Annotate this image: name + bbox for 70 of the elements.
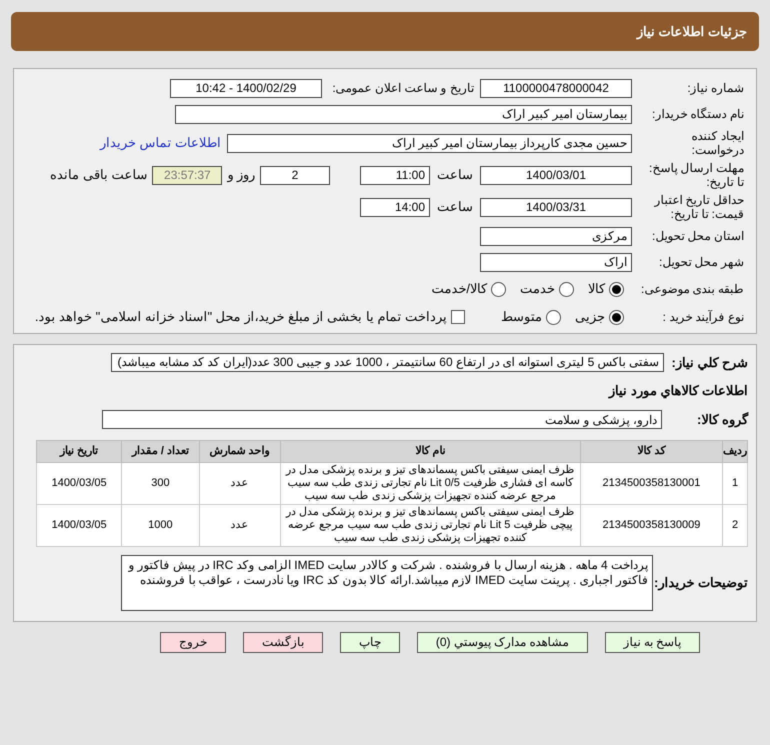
table-cell: 2 <box>722 504 748 546</box>
table-cell: 300 <box>122 462 200 504</box>
field-label: شرح كلي نیاز: <box>670 354 748 372</box>
text-field[interactable]: اراک <box>480 252 632 272</box>
radio-button[interactable] <box>609 310 624 324</box>
field-label: شماره نیاز: <box>686 81 744 95</box>
text-field[interactable]: بیمارستان امیر کبیر اراک <box>175 104 632 124</box>
remaining-label: ساعت باقی مانده <box>50 166 148 184</box>
table-cell: 2134500358130001 <box>580 462 722 504</box>
radio-label: جزیی <box>575 308 605 326</box>
field-label: گروه کالا: <box>696 411 748 430</box>
time-label: ساعت <box>437 166 473 184</box>
description-field[interactable]: سفتی باکس 5 لیتری استوانه ای در ارتفاع 60 سانتیمتر ، 1000 عدد و جیبی 300 عدد(ایران کد کد مشابه میباشد) <box>111 353 664 372</box>
text-field[interactable]: 1400/03/01 <box>480 166 632 184</box>
table-cell: 1 <box>722 462 748 504</box>
text-field[interactable]: 14:00 <box>360 198 430 216</box>
text-field[interactable]: مرکزی <box>480 226 632 246</box>
table-cell: ظرف ایمنی سیفتی باکس پسماندهای تیز و برنده پزشکی مدل در کاسه ای فشاری ظرفیت Lit 0/5 نام تجارتی زندی طب سه سیب مرجع عرضه کننده تجهیزات پزشکی زندی طب سه سیب <box>280 462 580 504</box>
action-button[interactable]: خروج <box>160 632 226 652</box>
column-header: ردیف <box>722 440 748 462</box>
radio-label: متوسط <box>501 308 542 326</box>
column-header: نام کالا <box>280 440 580 462</box>
field-label: ایجاد کننده درخواست: <box>690 129 744 157</box>
contact-link[interactable]: اطلاعات تماس خریدار <box>100 133 221 153</box>
text-field[interactable]: 1100000478000042 <box>480 78 632 98</box>
action-button[interactable]: چاپ <box>340 632 400 652</box>
table-cell: 2134500358130009 <box>580 504 722 546</box>
radio-button[interactable] <box>559 282 574 296</box>
text-field[interactable]: 23:57:37 <box>152 166 222 184</box>
radio-label: کالا <box>588 280 605 298</box>
table-cell: عدد <box>199 504 280 546</box>
radio-button[interactable] <box>546 310 561 324</box>
table-cell: 1400/03/05 <box>36 462 122 504</box>
text-field[interactable]: 1400/03/31 <box>480 198 632 216</box>
table-cell: 1400/03/05 <box>36 504 122 546</box>
time-label: ساعت <box>437 198 473 216</box>
radio-label: کالا/خدمت <box>431 280 487 298</box>
text-field[interactable]: 1400/02/29 - 10:42 <box>170 78 322 98</box>
field-label: نام دستگاه خریدار: <box>650 107 744 121</box>
field-label: تاریخ و ساعت اعلان عمومی: <box>331 81 474 95</box>
title-bar: جزئیات اطلاعات نیاز <box>11 12 759 51</box>
field-label: شهر محل تحویل: <box>658 255 744 269</box>
checkbox-label: پرداخت تمام یا بخشی از مبلغ خرید،از محل "اسناد خزانه اسلامی" خواهد بود. <box>34 308 447 326</box>
field-label: مهلت ارسال پاسخ: تا تاریخ: <box>648 161 744 189</box>
column-header: تاریخ نیاز <box>36 440 122 462</box>
text-field[interactable]: 11:00 <box>360 166 430 184</box>
table-cell: 1000 <box>122 504 200 546</box>
table-cell: ظرف ایمنی سیفتی باکس پسماندهای تیز و برنده پزشکی مدل در پیچی ظرفیت Lit 5 نام تجارتی زندی طب سه سیب مرجع عرضه کننده تجهیزات پزشکی زندی طب سه سیب <box>280 504 580 546</box>
field-label: توضیحات خریدار: <box>653 574 748 592</box>
text-field[interactable]: دارو، پزشکی و سلامت <box>102 410 662 430</box>
field-label: حداقل تاریخ اعتبار قیمت: تا تاریخ: <box>653 193 744 221</box>
action-button[interactable]: مشاهده مدارک پیوستي (0) <box>416 632 588 652</box>
table-cell: عدد <box>199 462 280 504</box>
field-label: استان محل تحویل: <box>650 229 744 243</box>
checkbox[interactable] <box>451 310 465 324</box>
action-button[interactable]: پاسخ به نیاز <box>604 632 700 652</box>
section-heading: اطلاعات كالاهاي مورد نیاز <box>607 382 748 400</box>
text-field[interactable]: حسین مجدی کارپرداز بیمارستان امیر کبیر اراک <box>227 134 632 152</box>
column-header: واحد شمارش <box>199 440 280 462</box>
action-button[interactable]: بازگشت <box>242 632 323 652</box>
field-label: نوع فرآیند خرید : <box>662 310 744 324</box>
text-field[interactable]: 2 <box>260 166 330 184</box>
radio-button[interactable] <box>491 282 506 296</box>
radio-button[interactable] <box>609 282 624 296</box>
radio-label: خدمت <box>520 280 555 298</box>
field-label: طبقه بندی موضوعی: <box>640 282 744 296</box>
notes-field[interactable]: پرداخت 4 ماهه . هزینه ارسال با فروشنده . شرکت و کالادر سایت IMED الزامی وکد IRC در پیش فاکتور و فاکتور اجباری . پرینت سایت IMED لازم میباشد.ارائه کالا بدون کد IRC ویا نادرست ، عواقب با فروشنده <box>121 554 653 610</box>
days-label: روز و <box>227 166 255 184</box>
column-header: تعداد / مقدار <box>122 440 200 462</box>
column-header: کد کالا <box>580 440 722 462</box>
